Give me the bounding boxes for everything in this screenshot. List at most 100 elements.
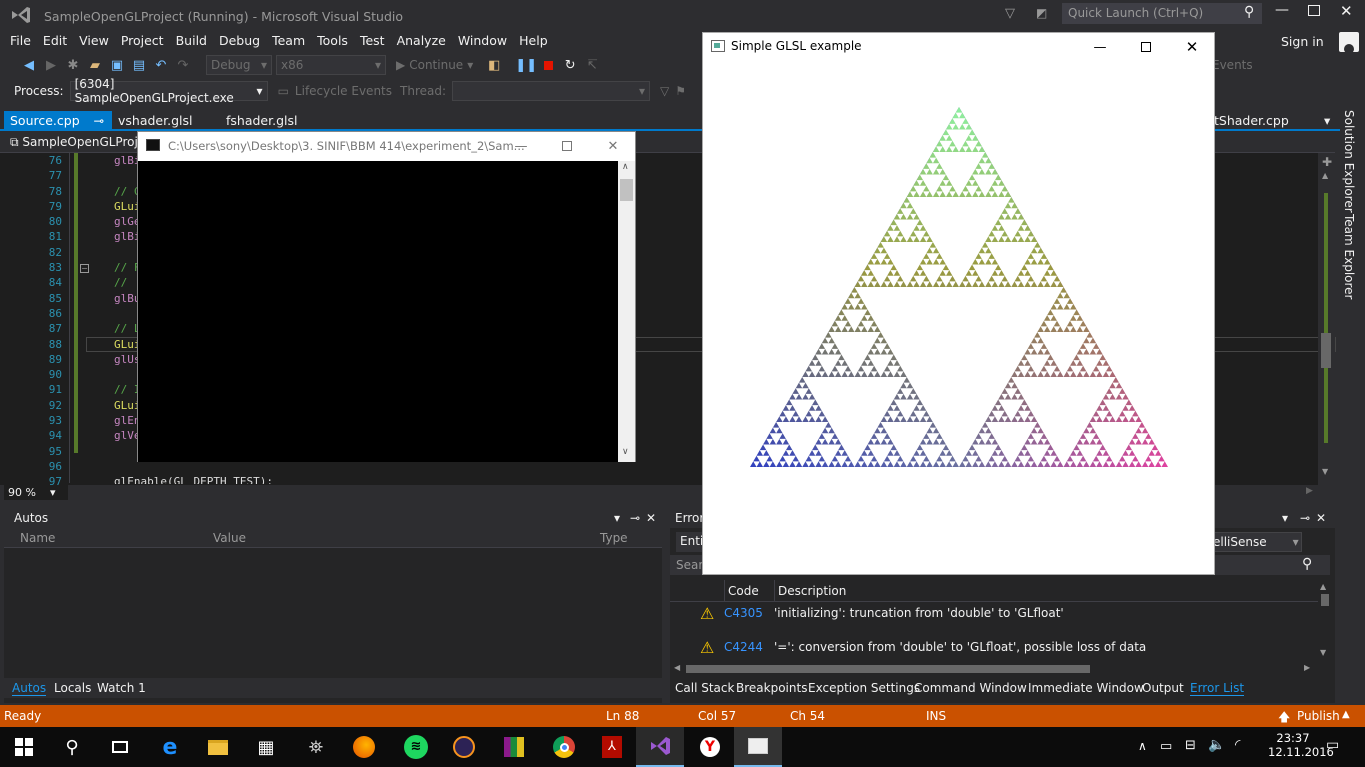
publish-button[interactable]: Publish [1297,709,1340,723]
quick-launch-input[interactable]: Quick Launch (Ctrl+Q) [1062,3,1262,24]
volume-icon[interactable]: 🔈 [1208,737,1225,753]
scroll-thumb[interactable] [1321,333,1331,368]
scroll-right-icon[interactable]: ▶ [1306,486,1313,496]
console-scrollbar[interactable]: ∧ ∨ [618,161,635,462]
error-code-link[interactable]: C4244 [724,640,763,654]
pin-icon[interactable]: ⊸ [94,113,104,128]
undo-icon[interactable]: ↶ [152,56,170,74]
acrobat-icon[interactable]: ⅄ [588,727,636,767]
minimize-icon[interactable]: — [1077,33,1123,61]
tab-breakpoints[interactable]: Breakpoints [736,681,807,695]
restart-icon[interactable]: ↻ [561,56,579,74]
scroll-up-icon[interactable]: ▲ [1322,171,1328,180]
column-description[interactable]: Description [778,584,846,598]
close-icon[interactable]: ✕ [590,132,636,160]
filter-threads-icon[interactable]: ▽ [660,84,669,98]
tab-locals[interactable]: Locals [54,681,91,695]
open-file-icon[interactable]: ▰ [86,56,104,74]
error-vscrollbar[interactable]: ▲ ▼ [1318,580,1333,660]
menu-view[interactable]: View [73,30,115,52]
vertical-scrollbar[interactable]: ✚ ▲ ▼ [1318,153,1335,485]
thread-dropdown[interactable]: ▾ [452,81,651,101]
console-output[interactable] [138,161,618,462]
publish-up-icon[interactable]: 🡅 [1278,708,1290,729]
tab-output[interactable]: Output [1142,681,1184,695]
stop-icon[interactable] [539,56,557,74]
save-icon[interactable]: ▣ [108,56,126,74]
tab-immediate-window[interactable]: Immediate Window [1028,681,1144,695]
maximize-icon[interactable] [544,132,590,160]
close-panel-icon[interactable]: ✕ [1316,508,1326,528]
panel-menu-icon[interactable]: ▾ [614,508,620,528]
project-dropdown[interactable]: ⧉ SampleOpenGLProje [10,135,145,150]
flag-threads-icon[interactable]: ⚑ [675,84,686,98]
publish-dropdown-icon[interactable]: ▲ [1342,709,1350,720]
continue-button[interactable]: ▶ Continue ▾ [396,58,473,72]
search-icon[interactable]: ⚲ [1244,4,1254,20]
redo-icon[interactable]: ↷ [174,56,192,74]
process-dropdown[interactable]: [6304] SampleOpenGLProject.exe ▾ [69,77,268,105]
store-icon[interactable]: ▦ [242,727,290,767]
search-icon[interactable]: ⚲ [48,727,96,767]
network-icon[interactable]: ⊟ [1185,738,1196,753]
menu-analyze[interactable]: Analyze [391,30,452,52]
tab-error-list[interactable]: Error List [1190,681,1245,696]
tab-command-window[interactable]: Command Window [914,681,1027,695]
show-hidden-icons[interactable]: ∧ [1138,739,1147,753]
split-icon[interactable]: ✚ [1322,155,1332,169]
collapse-icon[interactable]: − [80,264,89,273]
settings-app-icon[interactable]: ⛯ [292,727,340,767]
close-icon[interactable]: ✕ [1169,33,1215,61]
pin-icon[interactable]: ⊸ [630,508,640,528]
pause-icon[interactable]: ❚❚ [515,56,537,74]
back-icon[interactable]: ◀ [20,56,38,74]
column-code[interactable]: Code [728,584,759,598]
save-all-icon[interactable]: ▤ [130,56,148,74]
menu-file[interactable]: File [4,30,37,52]
menu-build[interactable]: Build [170,30,213,52]
spotify-icon[interactable]: ≋ [392,727,440,767]
file-explorer-icon[interactable] [194,727,242,767]
tab-vshader[interactable]: vshader.glsl [112,111,198,131]
feedback-icon[interactable]: ◩ [1036,6,1052,22]
clock[interactable]: 23:37 12.11.2016 [1268,731,1334,759]
tab-exception-settings[interactable]: Exception Settings [808,681,920,695]
tab-autos[interactable]: Autos [12,681,47,696]
tab-call-stack[interactable]: Call Stack [675,681,734,695]
column-value[interactable]: Value [213,531,246,545]
visual-studio-taskbar-icon[interactable] [636,727,684,767]
tab-fshader[interactable]: fshader.glsl [220,111,303,131]
tab-shader-cpp[interactable]: tShader.cpp [1208,111,1295,131]
lifecycle-events-button[interactable]: Lifecycle Events [295,84,392,98]
menu-edit[interactable]: Edit [37,30,73,52]
menu-test[interactable]: Test [354,30,391,52]
scroll-up-icon[interactable]: ∧ [622,162,629,172]
column-name[interactable]: Name [20,531,55,545]
edge-icon[interactable]: e [146,727,194,767]
start-button[interactable] [0,727,48,767]
restore-icon[interactable] [1308,5,1320,16]
chrome-icon[interactable] [540,727,588,767]
error-hscrollbar[interactable]: ◀ ▶ [674,662,1314,676]
menu-window[interactable]: Window [452,30,513,52]
action-center-icon[interactable]: ▭ [1326,737,1339,753]
avatar[interactable] [1339,32,1359,52]
error-row[interactable]: ⚠ C4305 'initializing': truncation from … [670,602,1318,626]
eclipse-icon[interactable] [440,727,488,767]
scroll-down-icon[interactable]: ▼ [1322,467,1328,476]
battery-icon[interactable]: ▭ [1160,739,1172,754]
winrar-icon[interactable] [490,727,538,767]
platform-dropdown[interactable]: x86 ▾ [276,55,386,75]
tab-watch1[interactable]: Watch 1 [97,681,146,695]
minimize-icon[interactable]: — [1275,2,1289,18]
scroll-thumb[interactable] [620,179,633,201]
configuration-dropdown[interactable]: Debug ▾ [206,55,272,75]
team-explorer-tab[interactable]: Team Explorer [1342,214,1356,300]
forward-icon[interactable]: ▶ [42,56,60,74]
column-type[interactable]: Type [600,531,628,545]
search-icon[interactable]: ⚲ [1302,556,1312,572]
task-view-icon[interactable] [96,727,144,767]
menu-team[interactable]: Team [266,30,311,52]
maximize-icon[interactable] [1123,33,1169,61]
tab-source-cpp[interactable]: Source.cpp ⊸ ✕ [4,111,112,148]
